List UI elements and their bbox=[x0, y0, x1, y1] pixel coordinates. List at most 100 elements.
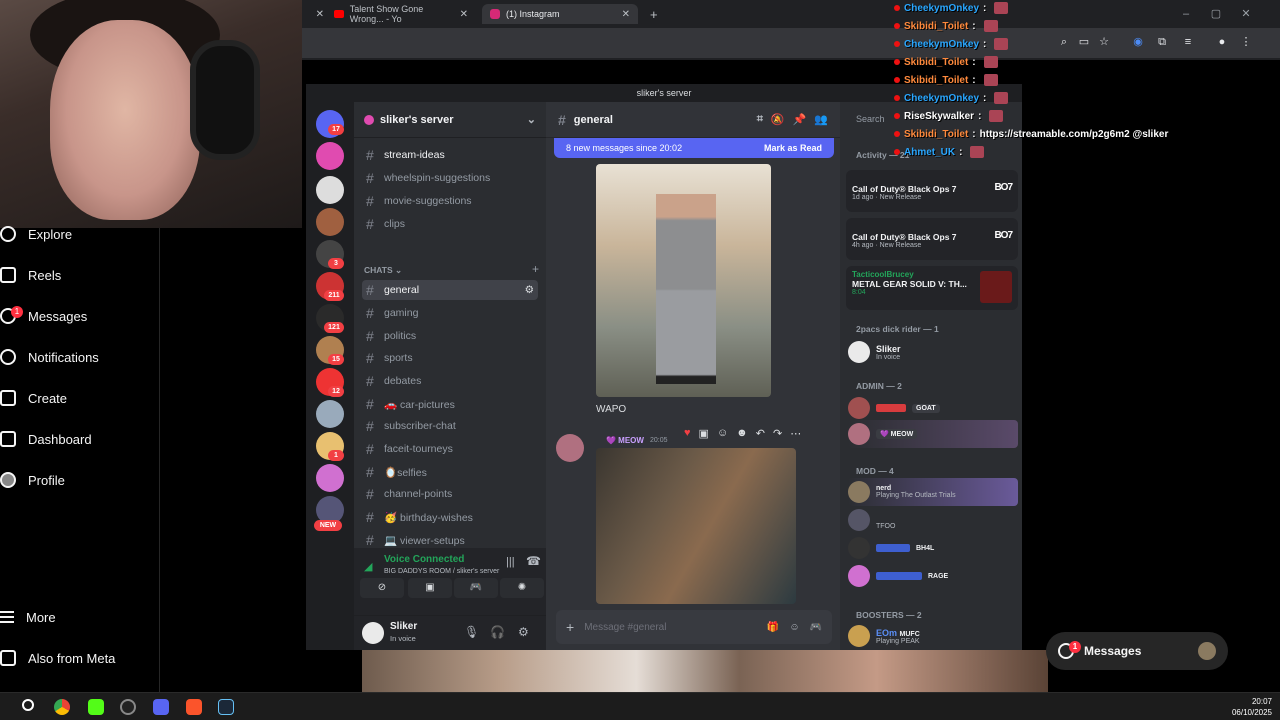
server-header[interactable]: sliker's server ⌄ bbox=[354, 102, 546, 138]
emoji-icon[interactable]: ☺ bbox=[789, 622, 799, 633]
member-sliker[interactable]: Sliker In voice bbox=[848, 338, 1018, 366]
activity-card[interactable]: Call of Duty® Black Ops 7 4h ago · New R… bbox=[846, 218, 1018, 260]
channel-selfies[interactable]: # 🪞selfies bbox=[362, 462, 538, 482]
new-messages-bar[interactable]: 8 new messages since 20:02 Mark as Read bbox=[554, 138, 834, 158]
nav-dashboard[interactable]: Dashboard bbox=[0, 427, 92, 451]
member-mod[interactable]: RAGE bbox=[848, 562, 1018, 590]
nav-more[interactable]: More bbox=[0, 605, 56, 629]
chrome-icon[interactable] bbox=[54, 699, 70, 715]
add-reaction-icon[interactable]: ☻ bbox=[736, 427, 748, 439]
effects-icon[interactable]: ✺ bbox=[500, 578, 544, 598]
nav-create[interactable]: Create bbox=[0, 386, 67, 410]
maximize-icon[interactable]: ▢ bbox=[1210, 8, 1222, 20]
messages-pill[interactable]: 1 Messages bbox=[1046, 632, 1228, 670]
discord-icon[interactable] bbox=[153, 699, 169, 715]
mic-icon[interactable]: 🎙 bbox=[464, 625, 479, 639]
avatar[interactable] bbox=[362, 622, 384, 644]
emoji-reaction-icon[interactable]: ▣ bbox=[699, 427, 709, 440]
guild-icon[interactable] bbox=[316, 208, 344, 236]
kick-icon[interactable] bbox=[88, 699, 104, 715]
channel-faceit[interactable]: # faceit-tourneys bbox=[362, 439, 538, 459]
member-mod[interactable]: TFOO bbox=[848, 506, 1018, 534]
emoji-reaction-icon[interactable]: ☺ bbox=[717, 427, 728, 439]
voice-room[interactable]: BIG DADDYS ROOM / sliker's server bbox=[384, 568, 499, 575]
channel-subscriber-chat[interactable]: # subscriber-chat bbox=[362, 416, 538, 436]
nav-also-from-meta[interactable]: Also from Meta bbox=[0, 646, 115, 670]
profile-icon[interactable]: ● bbox=[1216, 36, 1228, 48]
guild-icon[interactable] bbox=[316, 464, 344, 492]
activity-card[interactable]: TacticoolBrucey METAL GEAR SOLID V: TH..… bbox=[846, 266, 1018, 310]
channel-points[interactable]: # channel-points bbox=[362, 484, 538, 504]
members-icon[interactable]: 👥 bbox=[814, 113, 828, 126]
kebab-menu-icon[interactable]: ⋮ bbox=[1240, 36, 1252, 48]
image-attachment[interactable] bbox=[596, 448, 796, 604]
close-icon[interactable]: ✕ bbox=[622, 9, 630, 20]
tab-instagram[interactable]: (1) Instagram ✕ bbox=[482, 4, 638, 24]
soundboard-icon[interactable]: ||| bbox=[506, 556, 515, 568]
channel-stream-ideas[interactable]: # stream-ideas bbox=[362, 145, 538, 165]
member-mod[interactable]: BH4L bbox=[848, 534, 1018, 562]
apps-icon[interactable]: 🎮 bbox=[810, 622, 822, 633]
reply-icon[interactable]: ↶ bbox=[756, 427, 765, 440]
member-admin[interactable]: GOAT bbox=[848, 394, 1018, 422]
member-booster[interactable]: EOm MUFC Playing PEAK bbox=[848, 622, 1018, 650]
steam-icon[interactable] bbox=[218, 699, 234, 715]
add-channel-icon[interactable]: + bbox=[532, 262, 539, 276]
add-attachment-icon[interactable]: + bbox=[566, 619, 574, 635]
channel-car-pictures[interactable]: # 🚗 car-pictures bbox=[362, 394, 538, 414]
mark-as-read-button[interactable]: Mark as Read bbox=[764, 143, 822, 153]
threads-icon[interactable]: ⌗ bbox=[757, 113, 763, 126]
search-input[interactable]: Search bbox=[856, 114, 885, 124]
guild-icon[interactable] bbox=[316, 176, 344, 204]
nav-notifications[interactable]: Notifications bbox=[0, 345, 99, 369]
channel-debates[interactable]: # debates bbox=[362, 371, 538, 391]
pin-icon[interactable]: 📌 bbox=[793, 113, 807, 126]
obs-icon[interactable] bbox=[120, 699, 136, 715]
camera-off-icon[interactable]: ⊘ bbox=[360, 578, 404, 598]
window-close-icon[interactable]: ✕ bbox=[1240, 8, 1252, 20]
channel-sports[interactable]: # sports bbox=[362, 348, 538, 368]
gift-icon[interactable]: 🎁 bbox=[767, 622, 779, 633]
category-chats[interactable]: CHATS ⌄ bbox=[364, 265, 402, 276]
nav-explore[interactable]: Explore bbox=[0, 222, 72, 246]
nav-messages[interactable]: 1 Messages bbox=[0, 304, 87, 328]
brave-icon[interactable] bbox=[186, 699, 202, 715]
member-name: EOm bbox=[876, 627, 898, 638]
settings-icon[interactable]: ⚙ bbox=[525, 284, 534, 296]
headphones-icon[interactable]: 🎧 bbox=[490, 625, 505, 639]
message-input[interactable]: + Message #general 🎁 ☺ 🎮 bbox=[556, 610, 832, 644]
channel-wheelspin[interactable]: # wheelspin-suggestions bbox=[362, 168, 538, 188]
nav-reels[interactable]: Reels bbox=[0, 263, 61, 287]
settings-icon[interactable]: ⚙ bbox=[518, 625, 529, 639]
image-attachment[interactable] bbox=[596, 164, 771, 397]
member-admin[interactable]: 💜 MEOW bbox=[848, 420, 1018, 448]
nav-profile[interactable]: Profile bbox=[0, 468, 65, 492]
more-icon[interactable]: ⋯ bbox=[790, 427, 801, 440]
guild-icon[interactable] bbox=[316, 400, 344, 428]
disconnect-icon[interactable]: ☎ bbox=[526, 554, 541, 568]
member-mod[interactable]: nerd Playing The Outlast Trials bbox=[848, 478, 1018, 506]
tab-youtube[interactable]: Talent Show Gone Wrong... - Yo ✕ bbox=[326, 4, 476, 24]
new-tab-button[interactable]: + bbox=[642, 4, 666, 24]
mute-icon[interactable]: 🔕 bbox=[771, 113, 785, 126]
search-icon[interactable] bbox=[22, 699, 34, 711]
forward-icon[interactable]: ↷ bbox=[773, 427, 782, 440]
channel-general[interactable]: # general ⚙ bbox=[362, 280, 538, 300]
screen-share-icon[interactable]: ▣ bbox=[408, 578, 452, 598]
close-icon[interactable]: ✕ bbox=[460, 9, 468, 20]
separator: : bbox=[959, 146, 963, 158]
heart-icon[interactable]: ♥ bbox=[684, 427, 691, 439]
chat-message: Skibidi_Toilet: https://streamable.com/p2… bbox=[894, 126, 1168, 142]
avatar[interactable] bbox=[556, 434, 584, 462]
channel-movie[interactable]: # movie-suggestions bbox=[362, 191, 538, 211]
user-status: In voice bbox=[390, 634, 416, 643]
activity-card[interactable]: Call of Duty® Black Ops 7 1d ago · New R… bbox=[846, 170, 1018, 212]
channel-viewer-setups[interactable]: # 💻 viewer-setups bbox=[362, 530, 538, 550]
channel-gaming[interactable]: # gaming bbox=[362, 303, 538, 323]
channel-politics[interactable]: # politics bbox=[362, 326, 538, 346]
message-author[interactable]: 💜 MEOW bbox=[606, 436, 644, 445]
activity-icon[interactable]: 🎮 bbox=[454, 578, 498, 598]
guild-icon[interactable] bbox=[316, 142, 344, 170]
channel-birthday[interactable]: # 🥳 birthday-wishes bbox=[362, 507, 538, 527]
channel-clips[interactable]: # clips bbox=[362, 214, 538, 234]
